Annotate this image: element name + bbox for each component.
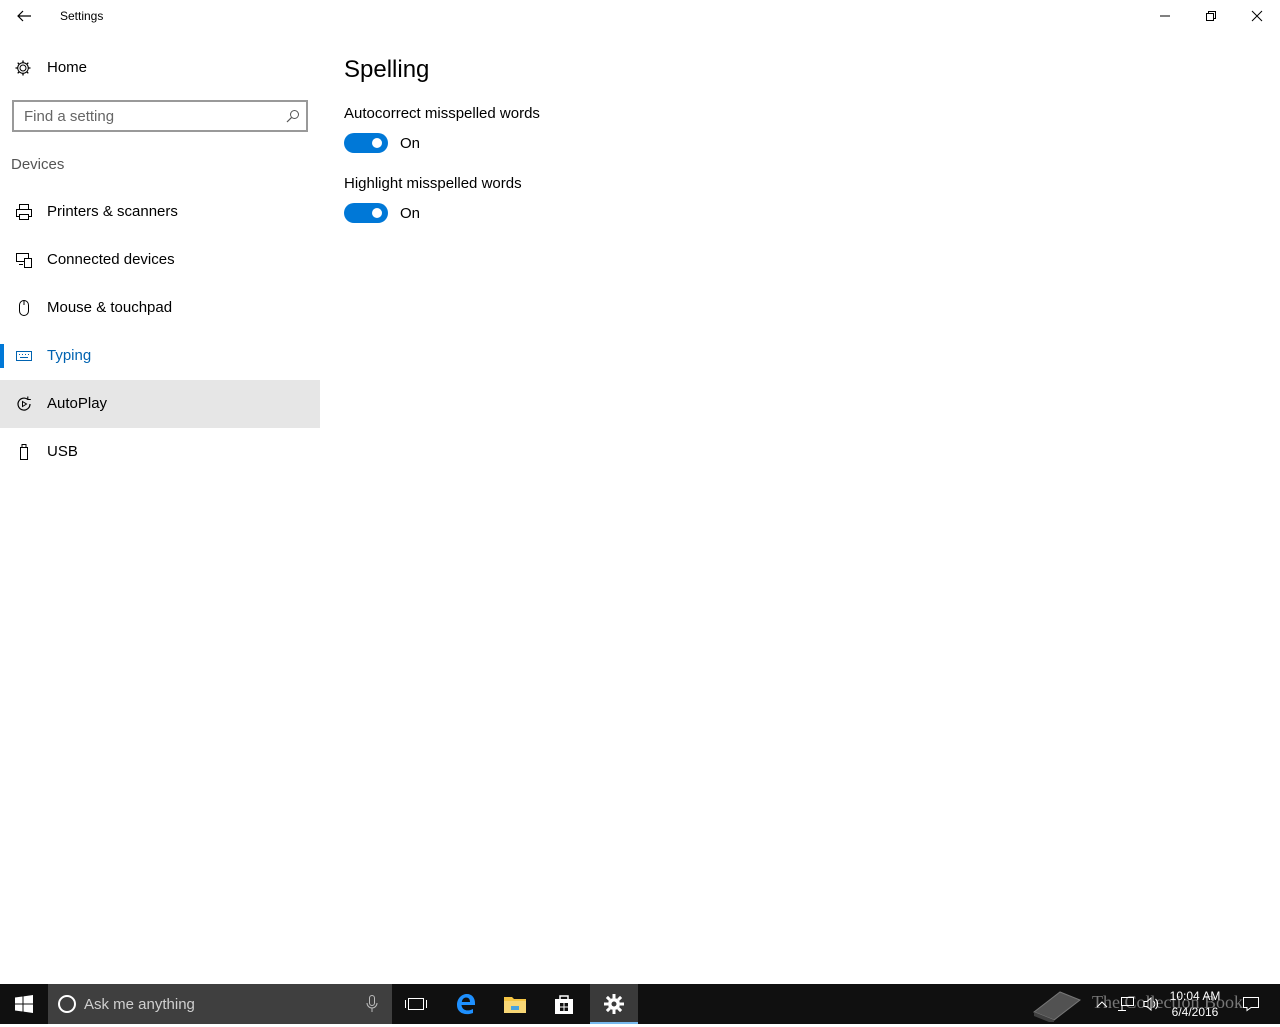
task-view-button[interactable]	[392, 984, 440, 1024]
back-button[interactable]	[0, 0, 48, 32]
close-icon	[1251, 10, 1263, 22]
highlight-state: On	[400, 205, 421, 222]
task-view-icon	[405, 998, 427, 1010]
network-icon	[1118, 997, 1134, 1011]
mouse-icon	[19, 300, 29, 316]
store-button[interactable]	[540, 984, 588, 1024]
clock-time: 10:04 AM	[1169, 989, 1221, 1003]
show-hidden-icons-button[interactable]	[1092, 984, 1112, 1024]
clock[interactable]: 10:04 AM 6/4/2016	[1166, 988, 1224, 1020]
settings-search-box[interactable]	[12, 100, 308, 132]
sidebar-item-label: AutoPlay	[47, 395, 108, 412]
section-label: Devices	[11, 156, 65, 173]
autoplay-icon	[17, 396, 31, 411]
action-center-button[interactable]	[1238, 984, 1264, 1024]
store-icon	[555, 995, 573, 1014]
restore-button[interactable]	[1188, 0, 1234, 32]
volume-button[interactable]	[1140, 984, 1162, 1024]
cortana-search-box[interactable]	[48, 984, 392, 1024]
cortana-search-input[interactable]	[84, 994, 354, 1014]
volume-icon	[1143, 996, 1159, 1012]
search-icon[interactable]	[286, 109, 300, 123]
book-icon	[1032, 991, 1082, 1024]
notification-icon	[1243, 997, 1259, 1012]
clock-date: 6/4/2016	[1171, 1005, 1219, 1019]
autocorrect-label: Autocorrect misspelled words	[344, 105, 540, 122]
chevron-up-icon	[1096, 1001, 1108, 1008]
settings-icon	[604, 994, 624, 1014]
settings-search-input[interactable]	[14, 102, 274, 130]
sidebar-item-typing[interactable]: Typing	[0, 332, 320, 380]
autocorrect-toggle[interactable]	[344, 133, 388, 153]
taskbar: The Collection Book 10:04 AM 6/4/2016	[0, 984, 1280, 1024]
file-explorer-button[interactable]	[491, 984, 539, 1024]
toggle-knob	[372, 138, 382, 148]
settings-window: Settings Home Find a setting Devices Pri…	[0, 0, 1280, 984]
usb-icon	[20, 444, 28, 460]
settings-taskbar-button[interactable]	[590, 984, 638, 1024]
cortana-icon	[58, 995, 76, 1013]
sidebar-item-label: Printers & scanners	[47, 203, 178, 220]
home-label: Home	[47, 59, 88, 76]
sidebar-item-autoplay[interactable]: AutoPlay	[0, 380, 320, 428]
title-bar: Settings	[0, 0, 1280, 32]
back-arrow-icon	[17, 10, 31, 22]
network-button[interactable]	[1114, 984, 1138, 1024]
highlight-label: Highlight misspelled words	[344, 175, 522, 192]
minimize-icon	[1160, 15, 1170, 17]
windows-logo-icon	[15, 995, 33, 1013]
settings-sidebar: Home Devices Printers & scanners	[0, 32, 320, 984]
page-title: Spelling	[344, 56, 430, 83]
sidebar-item-label: USB	[47, 443, 78, 460]
restore-icon	[1206, 11, 1216, 21]
edge-icon	[457, 994, 475, 1015]
sidebar-item-label: Connected devices	[47, 251, 175, 268]
keyboard-icon	[16, 351, 32, 361]
toggle-knob	[372, 208, 382, 218]
sidebar-item-mouse[interactable]: Mouse & touchpad	[0, 284, 320, 332]
start-button[interactable]	[0, 984, 48, 1024]
file-explorer-icon	[504, 997, 526, 1013]
window-title: Settings	[60, 9, 104, 23]
sidebar-item-connected-devices[interactable]: Connected devices	[0, 236, 320, 284]
sidebar-item-label: Mouse & touchpad	[47, 299, 173, 316]
sidebar-item-printers[interactable]: Printers & scanners	[0, 188, 320, 236]
autocorrect-state: On	[400, 135, 421, 152]
edge-button[interactable]	[442, 984, 490, 1024]
sidebar-item-label: Typing	[47, 347, 92, 364]
printer-icon	[16, 204, 32, 220]
microphone-icon[interactable]	[366, 995, 378, 1013]
sidebar-item-usb[interactable]: USB	[0, 428, 320, 476]
close-button[interactable]	[1234, 0, 1280, 32]
minimize-button[interactable]	[1142, 0, 1188, 32]
highlight-toggle[interactable]	[344, 203, 388, 223]
connected-devices-icon	[16, 253, 32, 268]
home-nav-item[interactable]: Home	[0, 48, 320, 88]
gear-icon	[15, 60, 31, 76]
